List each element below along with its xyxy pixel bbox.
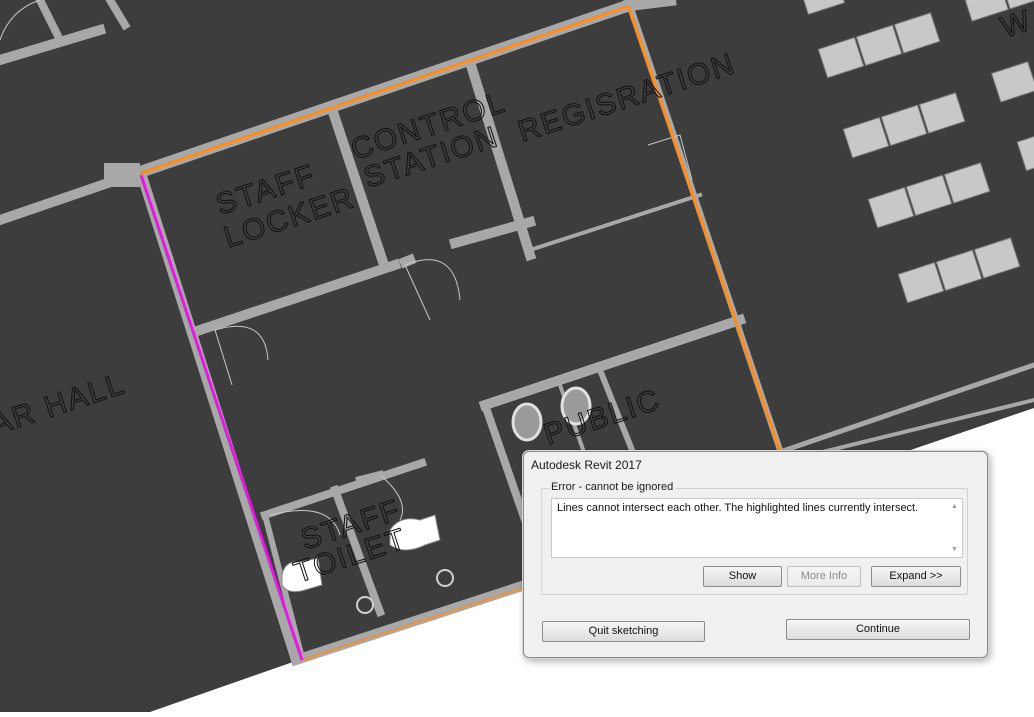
error-message-box[interactable]: Lines cannot intersect each other. The h… (551, 498, 963, 558)
scroll-down-icon[interactable]: ▼ (950, 546, 959, 553)
quit-sketching-button[interactable]: Quit sketching (542, 621, 705, 642)
expand-button[interactable]: Expand >> (871, 566, 961, 587)
error-group-box: Error - cannot be ignored Lines cannot i… (541, 481, 968, 595)
more-info-button[interactable]: More Info (787, 566, 861, 587)
show-button[interactable]: Show (703, 566, 782, 587)
error-group-label: Error - cannot be ignored (549, 481, 676, 493)
dialog-title: Autodesk Revit 2017 (531, 458, 642, 472)
scroll-up-icon[interactable]: ▲ (950, 503, 959, 510)
continue-button[interactable]: Continue (786, 619, 970, 640)
error-dialog: Autodesk Revit 2017 Error - cannot be ig… (523, 451, 988, 658)
error-message-text: Lines cannot intersect each other. The h… (557, 502, 919, 514)
